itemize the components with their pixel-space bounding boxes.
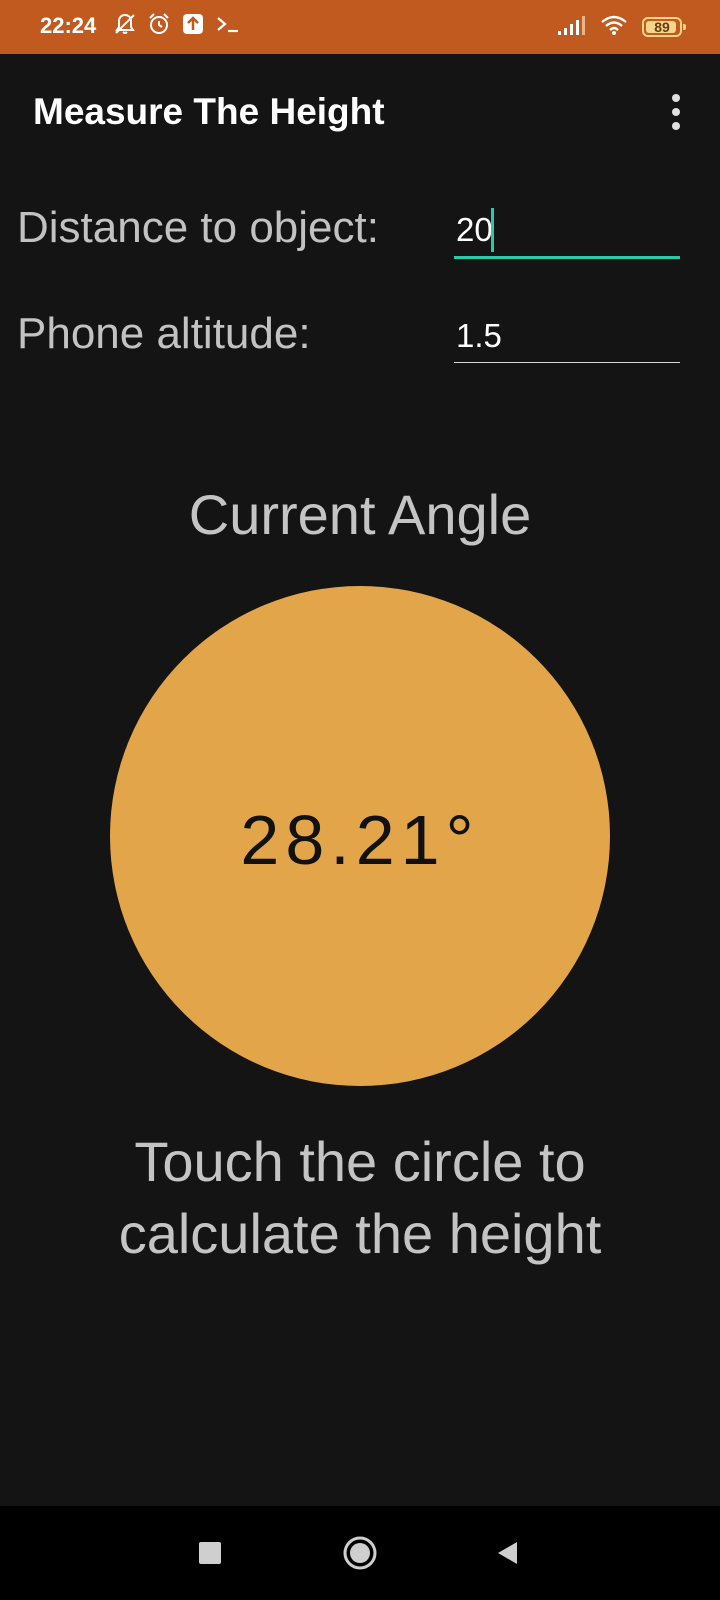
- altitude-underline: [454, 362, 680, 363]
- angle-value: 28.21°: [240, 801, 480, 879]
- alarm-icon: [146, 11, 172, 42]
- altitude-input[interactable]: [454, 312, 680, 360]
- status-icons-right: 89: [556, 12, 686, 42]
- upload-icon: [180, 11, 206, 42]
- altitude-label: Phone altitude:: [17, 309, 311, 358]
- instruction-line-2: calculate the height: [118, 1202, 602, 1265]
- notifications-off-icon: [112, 11, 138, 42]
- instruction-text: Touch the circle to calculate the height: [0, 1126, 720, 1270]
- battery-icon: 89: [642, 17, 686, 37]
- recents-square-icon[interactable]: [185, 1528, 235, 1578]
- app-bar: Measure The Height: [0, 54, 720, 166]
- text-caret: [491, 208, 494, 252]
- status-bar: 22:24 89: [0, 0, 720, 54]
- status-time: 22:24: [40, 13, 97, 38]
- distance-input[interactable]: [454, 206, 680, 254]
- distance-label: Distance to object:: [17, 203, 379, 252]
- instruction-line-1: Touch the circle to: [134, 1130, 586, 1193]
- angle-circle-button[interactable]: 28.21°: [110, 586, 610, 1086]
- app-title: Measure The Height: [33, 91, 385, 132]
- wifi-icon: [600, 14, 628, 41]
- signal-icon: [556, 14, 586, 41]
- overflow-menu-icon[interactable]: [664, 90, 688, 134]
- back-triangle-icon[interactable]: [482, 1528, 532, 1578]
- navigation-bar: [0, 1506, 720, 1600]
- terminal-icon: [214, 11, 244, 42]
- current-angle-label: Current Angle: [188, 483, 532, 546]
- status-icons-left: [112, 11, 244, 41]
- battery-level: 89: [654, 19, 670, 35]
- home-circle-icon[interactable]: [335, 1528, 385, 1578]
- distance-underline: [454, 256, 680, 259]
